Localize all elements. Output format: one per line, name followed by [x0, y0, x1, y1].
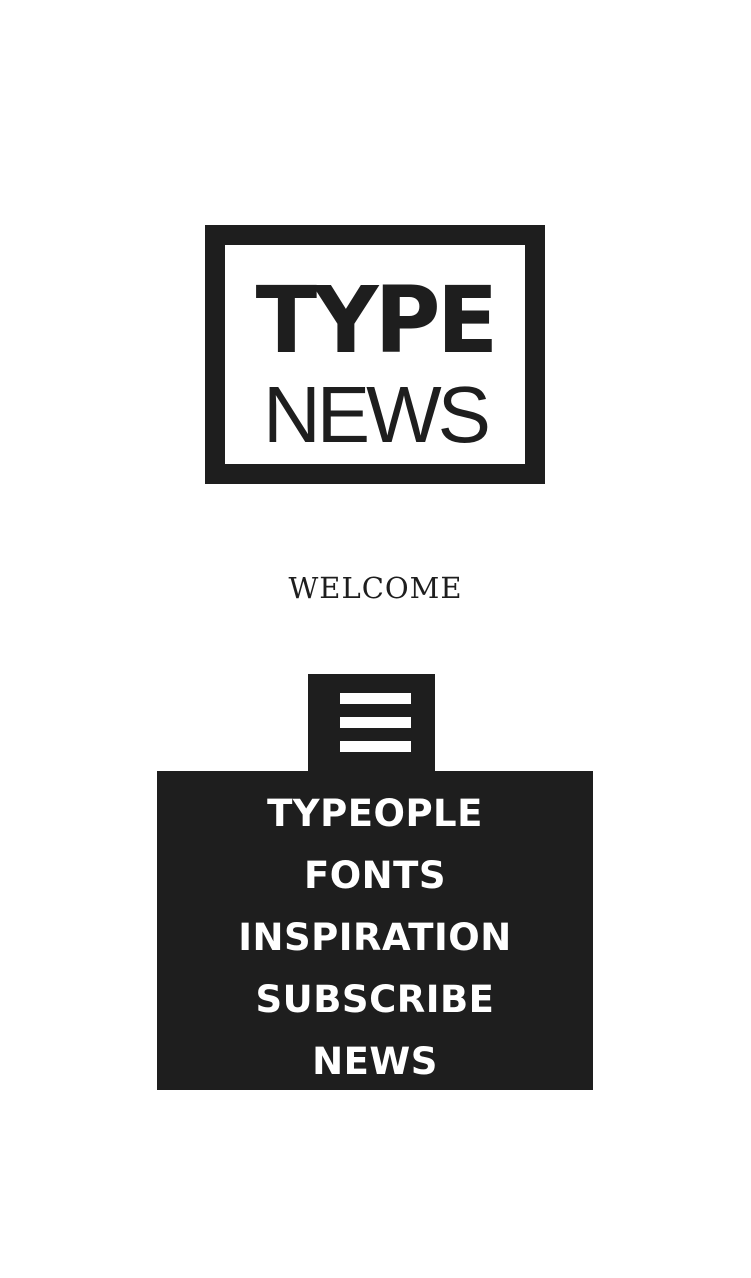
- welcome-heading: WELCOME: [288, 571, 463, 605]
- menu-item-typeople[interactable]: TYPEOPLE: [157, 783, 593, 845]
- hamburger-bar: [340, 741, 411, 752]
- site-logo[interactable]: TYPE NEWS: [205, 225, 545, 484]
- menu-item-fonts[interactable]: FONTS: [157, 845, 593, 907]
- navigation-menu: TYPEOPLE FONTS INSPIRATION SUBSCRIBE NEW…: [157, 771, 593, 1090]
- logo-word-type: TYPE: [255, 267, 499, 374]
- menu-item-news[interactable]: NEWS: [157, 1031, 593, 1093]
- menu-toggle-button[interactable]: [308, 674, 435, 772]
- menu-list: TYPEOPLE FONTS INSPIRATION SUBSCRIBE NEW…: [157, 783, 593, 1093]
- logo-word-news: NEWS: [263, 370, 491, 459]
- hamburger-bar: [340, 717, 411, 728]
- menu-item-inspiration[interactable]: INSPIRATION: [157, 907, 593, 969]
- menu-item-subscribe[interactable]: SUBSCRIBE: [157, 969, 593, 1031]
- hamburger-bar: [340, 693, 411, 704]
- hamburger-icon: [340, 693, 411, 752]
